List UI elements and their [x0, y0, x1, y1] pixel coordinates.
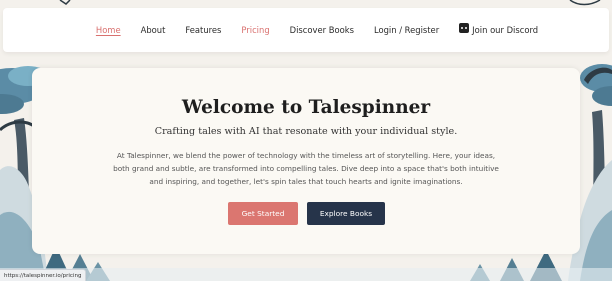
- nav-login-register-link[interactable]: Login / Register: [374, 25, 439, 35]
- explore-books-button[interactable]: Explore Books: [307, 202, 385, 225]
- status-bar-url: https://talespinner.io/pricing: [0, 269, 87, 281]
- nav-home-link[interactable]: Home: [96, 25, 121, 35]
- nav-discord-link[interactable]: Join our Discord: [459, 23, 539, 35]
- nav-pricing-link[interactable]: Pricing: [241, 25, 269, 35]
- get-started-button[interactable]: Get Started: [228, 202, 298, 225]
- discord-icon: [459, 23, 470, 33]
- nav-about-link[interactable]: About: [141, 25, 166, 35]
- nav-discord-label: Join our Discord: [472, 25, 539, 35]
- hero-title: Welcome to Talespinner: [181, 97, 431, 118]
- nav-features-link[interactable]: Features: [185, 25, 221, 35]
- nav-discover-books-link[interactable]: Discover Books: [290, 25, 354, 35]
- hero-subtitle: Crafting tales with AI that resonate wit…: [154, 126, 458, 137]
- top-navbar: Home About Features Pricing Discover Boo…: [3, 8, 609, 52]
- hero-card: Welcome to Talespinner Crafting tales wi…: [32, 68, 580, 254]
- hero-description: At Talespinner, we blend the power of te…: [113, 151, 499, 186]
- nav-links: Home About Features Pricing Discover Boo…: [96, 23, 539, 35]
